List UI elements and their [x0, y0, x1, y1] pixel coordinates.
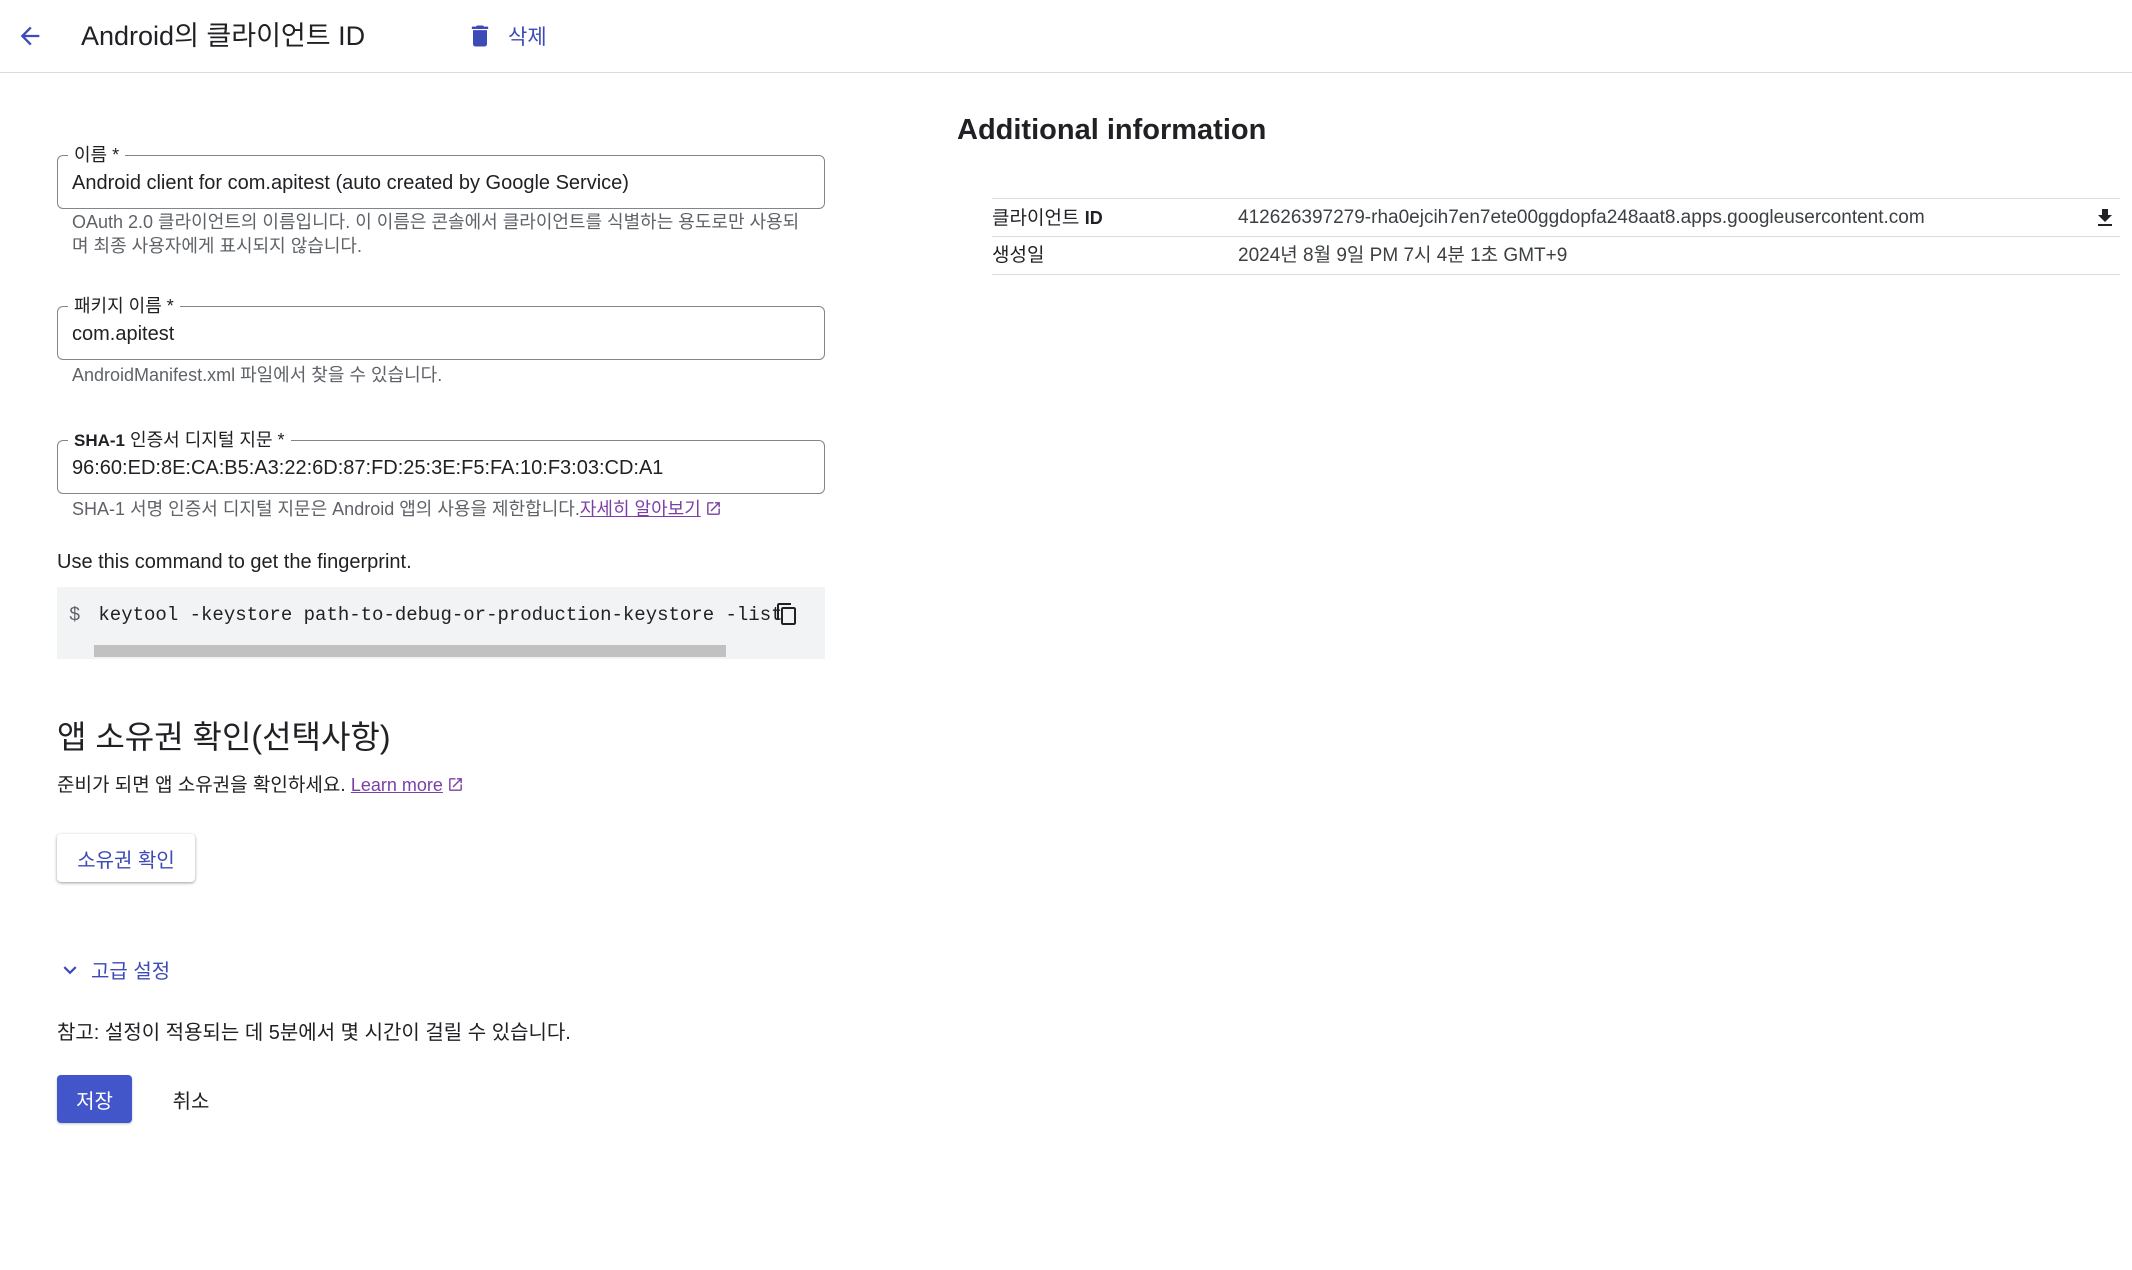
- info-row-client-id: 클라이언트 ID 412626397279-rha0ejcih7en7ete00…: [992, 199, 2120, 237]
- ownership-title: 앱 소유권 확인(선택사항): [57, 719, 391, 755]
- name-field[interactable]: 이름 *: [57, 143, 825, 209]
- learn-more-link[interactable]: Learn more: [351, 775, 443, 795]
- copy-icon: [777, 603, 796, 625]
- sha1-label-bold: SHA-1: [74, 431, 126, 450]
- sha1-hint: SHA-1 서명 인증서 디지털 지문은 Android 앱의 사용을 제한합니…: [72, 497, 812, 521]
- copy-button[interactable]: [769, 596, 805, 632]
- top-bar: Android의 클라이언트 ID 삭제: [0, 0, 2132, 73]
- download-button[interactable]: [2090, 203, 2120, 233]
- package-label: 패키지 이름 *: [68, 294, 180, 318]
- ownership-desc-text: 준비가 되면 앱 소유권을 확인하세요.: [57, 775, 351, 796]
- info-table: 클라이언트 ID 412626397279-rha0ejcih7en7ete00…: [992, 198, 2120, 275]
- cancel-button[interactable]: 취소: [155, 1075, 227, 1123]
- horizontal-scrollbar[interactable]: [94, 645, 726, 657]
- additional-info-panel: Additional information 클라이언트 ID 41262639…: [957, 110, 2122, 275]
- command-content: keytool -keystore path-to-debug-or-produ…: [98, 604, 783, 626]
- command-text: $ keytool -keystore path-to-debug-or-prod…: [69, 602, 783, 628]
- page-title: Android의 클라이언트 ID: [81, 21, 366, 51]
- save-button[interactable]: 저장: [57, 1075, 132, 1123]
- client-id-key-bold: ID: [1084, 208, 1103, 228]
- advanced-settings-toggle[interactable]: 고급 설정: [57, 955, 170, 984]
- client-id-value: 412626397279-rha0ejcih7en7ete00ggdopfa24…: [1238, 207, 1925, 228]
- open-in-new-icon: [449, 778, 462, 791]
- command-code-block: $ keytool -keystore path-to-debug-or-prod…: [57, 587, 825, 659]
- chevron-down-icon: [63, 965, 77, 974]
- additional-info-title: Additional information: [957, 114, 1267, 146]
- command-label: Use this command to get the fingerprint.: [57, 551, 412, 573]
- name-label: 이름 *: [68, 143, 126, 167]
- sha1-hint-text: SHA-1 서명 인증서 디지털 지문은 Android 앱의 사용을 제한합니…: [72, 499, 580, 519]
- sha1-label: SHA-1 인증서 디지털 지문 *: [68, 428, 291, 453]
- sha1-field[interactable]: SHA-1 인증서 디지털 지문 *: [57, 428, 825, 494]
- client-id-key: 클라이언트 ID: [992, 205, 1103, 232]
- package-field[interactable]: 패키지 이름 *: [57, 294, 825, 360]
- created-key: 생성일: [992, 245, 1045, 266]
- advanced-settings-label: 고급 설정: [91, 961, 171, 983]
- learn-more-link-sha1[interactable]: 자세히 알아보기: [580, 499, 701, 519]
- name-input[interactable]: [72, 170, 812, 196]
- name-hint: OAuth 2.0 클라이언트의 이름입니다. 이 이름은 콘솔에서 클라이언트…: [72, 212, 800, 256]
- command-prompt: $: [69, 604, 81, 626]
- sha1-input[interactable]: [72, 455, 812, 481]
- download-icon: [2098, 209, 2112, 226]
- client-id-key-text: 클라이언트: [992, 208, 1085, 229]
- open-in-new-icon: [706, 502, 720, 515]
- settings-note: 참고: 설정이 적용되는 데 5분에서 몇 시간이 걸릴 수 있습니다.: [57, 1022, 571, 1044]
- package-input[interactable]: [72, 321, 812, 347]
- delete-label: 삭제: [508, 26, 547, 49]
- created-value: 2024년 8월 9일 PM 7시 4분 1초 GMT+9: [1238, 245, 1568, 266]
- info-row-created: 생성일 2024년 8월 9일 PM 7시 4분 1초 GMT+9: [992, 237, 2120, 275]
- arrow-back-icon: [20, 26, 40, 46]
- trash-icon: [471, 25, 489, 47]
- delete-button[interactable]: 삭제: [466, 16, 547, 56]
- package-hint: AndroidManifest.xml 파일에서 찾을 수 있습니다.: [72, 365, 443, 385]
- verify-ownership-button[interactable]: 소유권 확인: [57, 834, 195, 882]
- ownership-desc: 준비가 되면 앱 소유권을 확인하세요. Learn more: [57, 772, 464, 799]
- back-button[interactable]: [12, 18, 48, 54]
- sha1-label-rest: 인증서 디지털 지문 *: [125, 430, 285, 450]
